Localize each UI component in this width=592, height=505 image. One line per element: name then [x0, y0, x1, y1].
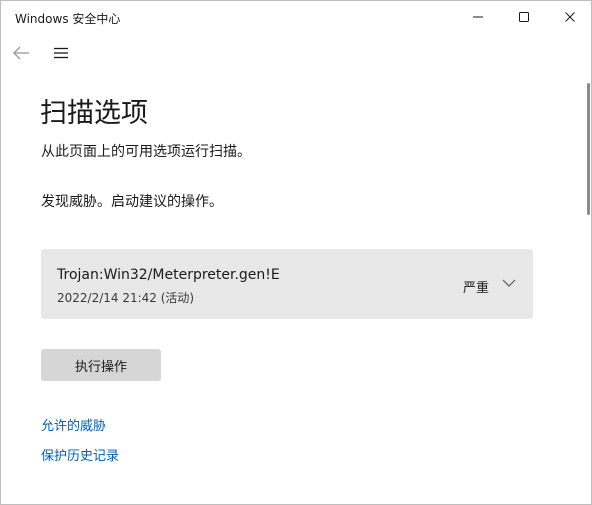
chevron-down-icon: [502, 279, 516, 287]
threat-card[interactable]: Trojan:Win32/Meterpreter.gen!E 2022/2/14…: [41, 249, 533, 319]
execute-action-button[interactable]: 执行操作: [41, 349, 161, 381]
back-arrow-icon: [13, 46, 29, 60]
hamburger-menu-icon: [54, 47, 68, 59]
close-icon: [565, 12, 575, 22]
maximize-button[interactable]: [501, 1, 547, 33]
page-title: 扫描选项: [40, 98, 148, 129]
close-button[interactable]: [547, 1, 591, 33]
allowed-threats-link[interactable]: 允许的威胁: [41, 415, 106, 434]
threat-date: 2022/2/14 21:42 (活动): [57, 291, 195, 305]
threat-severity: 严重: [463, 281, 490, 296]
maximize-icon: [519, 12, 529, 22]
minimize-button[interactable]: [455, 1, 501, 33]
threat-found-message: 发现威胁。启动建议的操作。: [41, 194, 223, 210]
threat-name: Trojan:Win32/Meterpreter.gen!E: [57, 267, 280, 283]
scrollbar-thumb[interactable]: [587, 83, 590, 215]
protection-history-link[interactable]: 保护历史记录: [41, 445, 119, 464]
expand-button[interactable]: [500, 276, 518, 290]
minimize-icon: [473, 16, 483, 18]
back-button[interactable]: [9, 41, 33, 65]
menu-button[interactable]: [49, 41, 73, 65]
page-subtitle: 从此页面上的可用选项运行扫描。: [41, 144, 251, 160]
title-bar: Windows 安全中心: [1, 1, 591, 33]
app-window: Windows 安全中心 扫描选项 从此页面上的可用选项运行扫描。 发现威胁。启…: [0, 0, 592, 505]
window-title: Windows 安全中心: [15, 12, 121, 26]
